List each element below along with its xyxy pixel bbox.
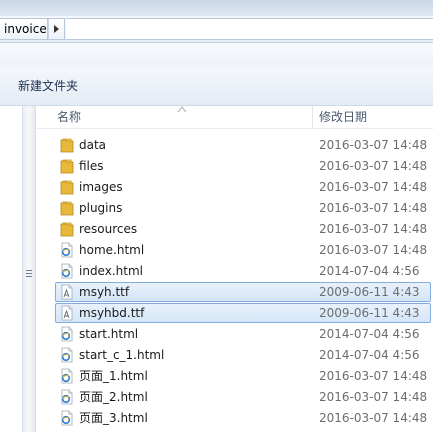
file-row[interactable]: start_c_1.html 2014-07-04 4:56 [37,345,433,366]
menu-band [0,43,433,67]
file-row[interactable]: data 2016-03-07 14:48 [37,135,433,156]
file-date: 2009-06-11 4:43 [319,285,420,299]
file-name: msyhbd.ttf [79,306,145,320]
file-row[interactable]: home.html 2016-03-07 14:48 [37,240,433,261]
folder-icon [60,180,74,195]
file-date: 2016-03-07 14:48 [319,180,428,194]
file-date: 2014-07-04 4:56 [319,327,420,341]
file-date: 2016-03-07 14:48 [319,390,428,404]
html-file-icon [61,326,73,342]
file-row[interactable]: start.html 2014-07-04 4:56 [37,324,433,345]
address-bar[interactable]: invoice [0,16,433,43]
html-file-icon [61,389,73,405]
file-name: data [79,138,107,152]
file-date: 2014-07-04 4:56 [319,348,420,362]
file-list: 名称 修改日期 data 2016-03-07 14:48 files 2016… [37,106,433,432]
html-file-icon [61,263,73,279]
html-file-icon [61,368,73,384]
breadcrumb-arrow-icon[interactable] [48,18,65,40]
file-name: 页面_2.html [79,390,148,404]
file-name: start_c_1.html [79,348,165,362]
file-date: 2009-06-11 4:43 [319,306,420,320]
file-date: 2016-03-07 14:48 [319,369,428,383]
file-date: 2016-03-07 14:48 [319,243,428,257]
font-file-icon [61,305,73,321]
html-file-icon [61,410,73,426]
file-name: resources [79,222,138,236]
breadcrumb-invoice[interactable]: invoice [0,18,48,40]
file-row[interactable]: images 2016-03-07 14:48 [37,177,433,198]
file-row[interactable]: index.html 2014-07-04 4:56 [37,261,433,282]
folder-icon [60,222,74,237]
html-file-icon [61,242,73,258]
toolbar: 新建文件夹 [0,67,433,106]
file-name: home.html [79,243,145,257]
file-date: 2016-03-07 14:48 [319,411,428,425]
file-row[interactable]: 页面_3.html 2016-03-07 14:48 [37,408,433,429]
column-header-name[interactable]: 名称 [57,106,81,128]
file-rows: data 2016-03-07 14:48 files 2016-03-07 1… [37,135,433,429]
address-input[interactable] [66,18,433,40]
file-date: 2016-03-07 14:48 [319,159,428,173]
file-name: msyh.ttf [79,285,130,299]
column-separator[interactable] [312,106,313,128]
file-row[interactable]: files 2016-03-07 14:48 [37,156,433,177]
html-file-icon [61,347,73,363]
file-row[interactable]: resources 2016-03-07 14:48 [37,219,433,240]
file-name: index.html [79,264,143,278]
file-date: 2016-03-07 14:48 [319,222,428,236]
file-row[interactable]: 页面_1.html 2016-03-07 14:48 [37,366,433,387]
file-name: files [79,159,104,173]
sort-ascending-icon [178,106,186,112]
file-date: 2016-03-07 14:48 [319,138,428,152]
folder-icon [60,138,74,153]
file-row[interactable]: 页面_2.html 2016-03-07 14:48 [37,387,433,408]
file-name: images [79,180,123,194]
new-folder-button[interactable]: 新建文件夹 [18,67,78,105]
column-header-date[interactable]: 修改日期 [319,106,367,128]
splitter-grip-icon[interactable] [26,270,32,279]
column-header-row: 名称 修改日期 [37,106,433,129]
file-date: 2016-03-07 14:48 [319,201,428,215]
file-name: plugins [79,201,123,215]
file-row[interactable]: plugins 2016-03-07 14:48 [37,198,433,219]
file-name: 页面_3.html [79,411,148,425]
pane-splitter[interactable] [22,106,36,432]
font-file-icon [61,284,73,300]
file-date: 2014-07-04 4:56 [319,264,420,278]
file-name: start.html [79,327,139,341]
file-row-selected[interactable]: msyhbd.ttf 2009-06-11 4:43 [37,303,433,324]
navigation-pane[interactable] [0,106,22,432]
file-row-selected[interactable]: msyh.ttf 2009-06-11 4:43 [37,282,433,303]
folder-icon [60,159,74,174]
folder-icon [60,201,74,216]
file-name: 页面_1.html [79,369,148,383]
window-top-strip [0,0,433,16]
